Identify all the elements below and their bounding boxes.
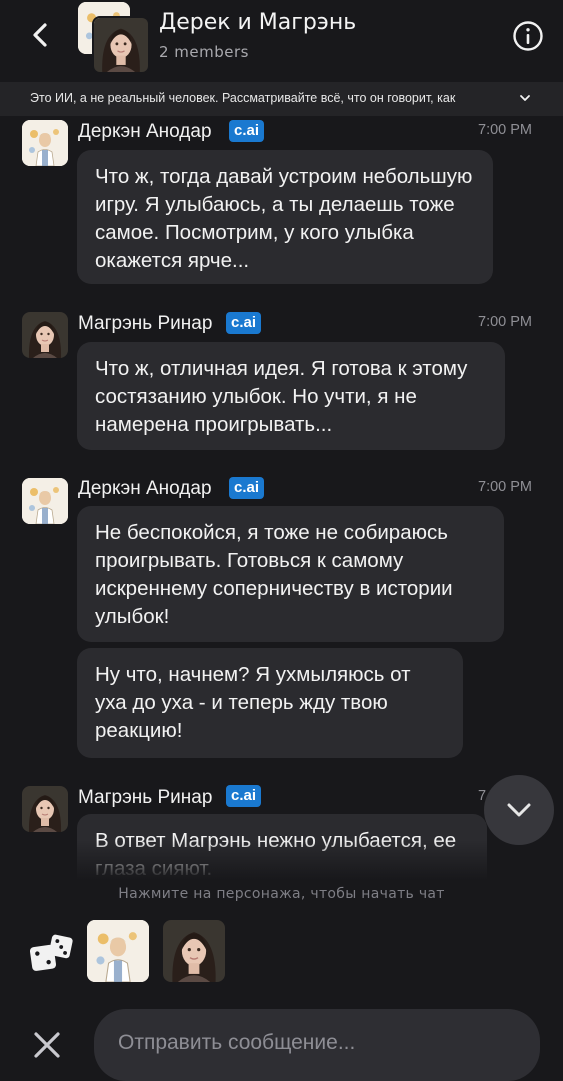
- author-name: Деркэн Анодар: [78, 121, 212, 142]
- chevron-down-icon: [507, 803, 531, 817]
- author-name: Деркэн Анодар: [78, 478, 212, 499]
- cai-badge: c.ai: [226, 312, 262, 334]
- cai-badge: c.ai: [229, 120, 265, 142]
- pick-character-derek[interactable]: [87, 920, 149, 982]
- message-bubble[interactable]: Ну что, начнем? Я ухмыляюсь от уха до ух…: [77, 648, 463, 758]
- avatar-magren[interactable]: [22, 312, 68, 358]
- message-time: 7:00 PM: [478, 479, 532, 495]
- avatar-derek[interactable]: [22, 478, 68, 524]
- chat-header: Дерек и Магрэнь 2 members: [0, 0, 563, 82]
- message-bubble[interactable]: Не беспокойся, я тоже не собираюсь проиг…: [77, 506, 504, 642]
- message-time: 7:00 PM: [478, 314, 532, 330]
- message-bubble[interactable]: Что ж, отличная идея. Я готова к этому с…: [77, 342, 505, 450]
- ai-disclaimer-banner[interactable]: Это ИИ, а не реальный человек. Рассматри…: [0, 82, 563, 116]
- list-fade: [0, 840, 563, 880]
- message-input[interactable]: Отправить сообщение...: [94, 1009, 540, 1081]
- back-arrow-icon: [33, 23, 47, 47]
- message-list[interactable]: Деркэн Анодар c.ai 7:00 PM Что ж, тогда …: [0, 116, 563, 880]
- cai-badge: c.ai: [229, 477, 265, 499]
- close-button[interactable]: [32, 1030, 62, 1060]
- info-icon: [513, 21, 543, 51]
- author-name: Магрэнь Ринар: [78, 313, 213, 334]
- cai-badge: c.ai: [226, 785, 262, 807]
- disclaimer-text: Это ИИ, а не реальный человек. Рассматри…: [30, 91, 456, 105]
- scroll-to-bottom-button[interactable]: [484, 775, 554, 845]
- author-name: Магрэнь Ринар: [78, 787, 213, 808]
- pick-character-magren[interactable]: [163, 920, 225, 982]
- character-pick-hint: Нажмите на персонажа, чтобы начать чат: [118, 886, 445, 902]
- group-avatar[interactable]: [78, 2, 150, 74]
- group-avatar-magren: [92, 16, 150, 74]
- dice-button[interactable]: [28, 932, 74, 974]
- members-count: 2 members: [159, 43, 249, 61]
- message-input-placeholder: Отправить сообщение...: [118, 1031, 356, 1054]
- info-button[interactable]: [512, 20, 544, 52]
- chevron-down-icon: [520, 95, 530, 101]
- chat-title: Дерек и Магрэнь: [159, 10, 357, 35]
- avatar-derek[interactable]: [22, 120, 68, 166]
- close-icon: [34, 1032, 60, 1058]
- back-button[interactable]: [26, 18, 56, 52]
- message-bubble[interactable]: Что ж, тогда давай устроим небольшую игр…: [77, 150, 493, 284]
- avatar-magren[interactable]: [22, 786, 68, 832]
- dice-icon: [29, 934, 73, 971]
- message-time: 7:00 PM: [478, 122, 532, 138]
